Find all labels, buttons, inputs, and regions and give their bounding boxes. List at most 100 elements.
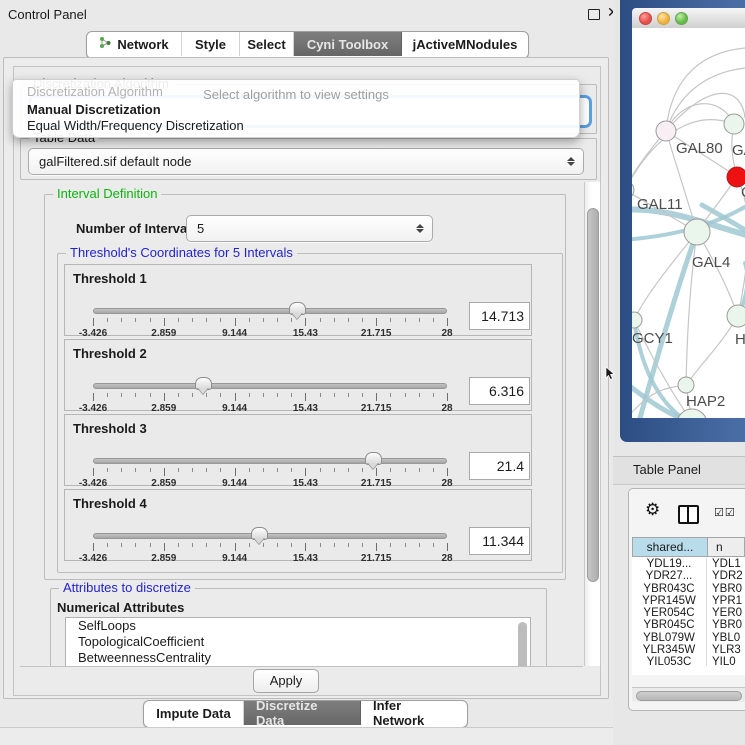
slider-tick-label: 28 — [441, 403, 452, 414]
tab-discretize-data[interactable]: Discretize Data — [244, 701, 361, 725]
slider-tick — [390, 543, 391, 547]
table-row[interactable]: YPR145WYPR1 — [632, 595, 745, 607]
slider-thumb[interactable] — [365, 452, 382, 465]
gear-icon[interactable]: ⚙ — [645, 502, 660, 519]
zoom-window-icon[interactable] — [675, 12, 688, 25]
slider-tick — [390, 318, 391, 322]
slider-tick — [447, 318, 448, 326]
table-row[interactable]: YER054CYER0 — [632, 607, 745, 619]
cell-name: YER0 — [707, 607, 745, 619]
slider-tick-label: 9.144 — [222, 478, 247, 489]
gene-node[interactable] — [678, 377, 694, 393]
attributes-group-label: Attributes to discretize — [59, 581, 195, 595]
tab-select[interactable]: Select — [240, 32, 294, 56]
threshold-slider[interactable]: -3.4262.8599.14415.4321.71528 — [93, 526, 447, 560]
column-header-shared-name[interactable]: shared... — [633, 538, 708, 556]
list-item[interactable]: SelfLoops — [66, 618, 530, 634]
menu-item-manual-discretization[interactable]: Manual Discretization — [17, 102, 575, 117]
slider-tick — [107, 468, 108, 472]
close-window-icon[interactable] — [639, 12, 652, 25]
network-graph — [632, 28, 745, 418]
threshold-slider[interactable]: -3.4262.8599.14415.4321.71528 — [93, 376, 447, 410]
slider-tick — [277, 393, 278, 397]
threshold-value-field[interactable]: 6.316 — [469, 377, 530, 405]
panel-scrollbar-thumb[interactable] — [587, 208, 599, 582]
table-row[interactable]: YDL19...YDL1 — [632, 558, 745, 570]
threshold-slider[interactable]: -3.4262.8599.14415.4321.71528 — [93, 301, 447, 335]
gene-node[interactable] — [632, 181, 634, 199]
slider-track[interactable] — [93, 308, 447, 314]
tab-network[interactable]: Network — [87, 32, 182, 56]
table-row[interactable]: YBR045CYBR0 — [632, 619, 745, 631]
slider-tick-label: 28 — [441, 553, 452, 564]
list-item[interactable]: BetweennessCentrality — [66, 650, 530, 666]
cell-shared-name: YDL19... — [632, 558, 707, 570]
slider-track[interactable] — [93, 383, 447, 389]
table-hscrollbar-thumb[interactable] — [636, 691, 742, 701]
menu-item-equal-width-frequency[interactable]: Equal Width/Frequency Discretization — [17, 118, 575, 133]
gene-node[interactable] — [632, 312, 642, 328]
gene-node[interactable] — [724, 114, 744, 134]
slider-tick — [320, 318, 321, 322]
threshold-value-field[interactable]: 14.713 — [469, 302, 530, 330]
slider-tick — [376, 393, 377, 401]
slider-thumb[interactable] — [195, 377, 212, 390]
tab-cyni-toolbox[interactable]: Cyni Toolbox — [294, 32, 402, 56]
table-data-combobox[interactable]: galFiltered.sif default node — [28, 148, 584, 175]
numerical-attributes-list[interactable]: SelfLoopsTopologicalCoefficientBetweenne… — [65, 617, 531, 667]
network-window-titlebar[interactable] — [632, 8, 745, 29]
panel-scrollbar[interactable] — [584, 182, 601, 666]
select-columns-checkboxes-icon[interactable]: ☑☑ — [714, 506, 736, 519]
table-row[interactable]: YBR043CYBR0 — [632, 583, 745, 595]
stepper-arrows-icon — [415, 224, 424, 233]
gene-node[interactable] — [684, 219, 710, 245]
slider-track[interactable] — [93, 458, 447, 464]
slider-tick — [277, 543, 278, 547]
tab-style[interactable]: Style — [182, 32, 240, 56]
slider-thumb[interactable] — [251, 527, 268, 540]
slider-thumb[interactable] — [289, 302, 306, 315]
gene-node[interactable] — [727, 305, 745, 327]
slider-tick — [263, 318, 264, 322]
network-canvas[interactable]: GAL80GAGAL11CGAL4GCY1HHAP2 — [632, 28, 745, 418]
tab-jactivemnodules[interactable]: jActiveMNodules — [402, 32, 528, 56]
number-of-intervals-combobox[interactable]: 5 — [186, 215, 433, 242]
list-item[interactable]: TopologicalCoefficient — [66, 634, 530, 650]
table-row[interactable]: YIL053CYIL0 — [632, 656, 745, 666]
float-window-icon[interactable] — [588, 9, 600, 20]
slider-tick — [107, 393, 108, 397]
column-header-name[interactable]: n — [708, 538, 744, 556]
table-panel-titlebar: Table Panel — [613, 456, 745, 485]
slider-tick — [277, 318, 278, 322]
slider-tick — [93, 318, 94, 326]
gene-node[interactable] — [656, 121, 676, 141]
table-panel-title: Table Panel — [633, 462, 701, 477]
table-row[interactable]: YLR345WYLR3 — [632, 644, 745, 656]
cyni-mode-tabs: Impute DataDiscretize DataInfer Network — [143, 700, 468, 728]
slider-tick — [305, 318, 306, 326]
list-scrollbar[interactable] — [518, 622, 527, 667]
slider-tick — [419, 543, 420, 547]
threshold-slider[interactable]: -3.4262.8599.14415.4321.71528 — [93, 451, 447, 485]
settings-scroll-viewport: Interval Definition Number of Intervals … — [20, 182, 583, 667]
gene-node[interactable] — [677, 409, 707, 418]
gene-node-label: GAL11 — [637, 196, 683, 213]
slider-tick-label: 21.715 — [361, 553, 392, 564]
tab-infer-network[interactable]: Infer Network — [361, 701, 467, 725]
threshold-value-field[interactable]: 21.4 — [469, 452, 530, 480]
table-row[interactable]: YDR27...YDR2 — [632, 570, 745, 582]
slider-track[interactable] — [93, 533, 447, 539]
table-horizontal-scrollbar[interactable] — [632, 687, 745, 702]
slider-tick — [305, 393, 306, 401]
slider-tick — [164, 393, 165, 401]
split-table-icon[interactable] — [678, 505, 699, 524]
slider-tick — [376, 543, 377, 551]
tab-impute-data[interactable]: Impute Data — [144, 701, 244, 725]
apply-button[interactable]: Apply — [253, 669, 319, 693]
minimize-window-icon[interactable] — [657, 12, 670, 25]
table-row[interactable]: YBL079WYBL0 — [632, 632, 745, 644]
table-panel-card: ⚙ ☑☑ shared... n YDL19...YDL1YDR27...YDR… — [628, 488, 745, 711]
threshold-block: Threshold 2-3.4262.8599.14415.4321.71528… — [64, 339, 532, 411]
cell-shared-name: YPR145W — [632, 595, 707, 607]
threshold-value-field[interactable]: 11.344 — [469, 527, 530, 555]
